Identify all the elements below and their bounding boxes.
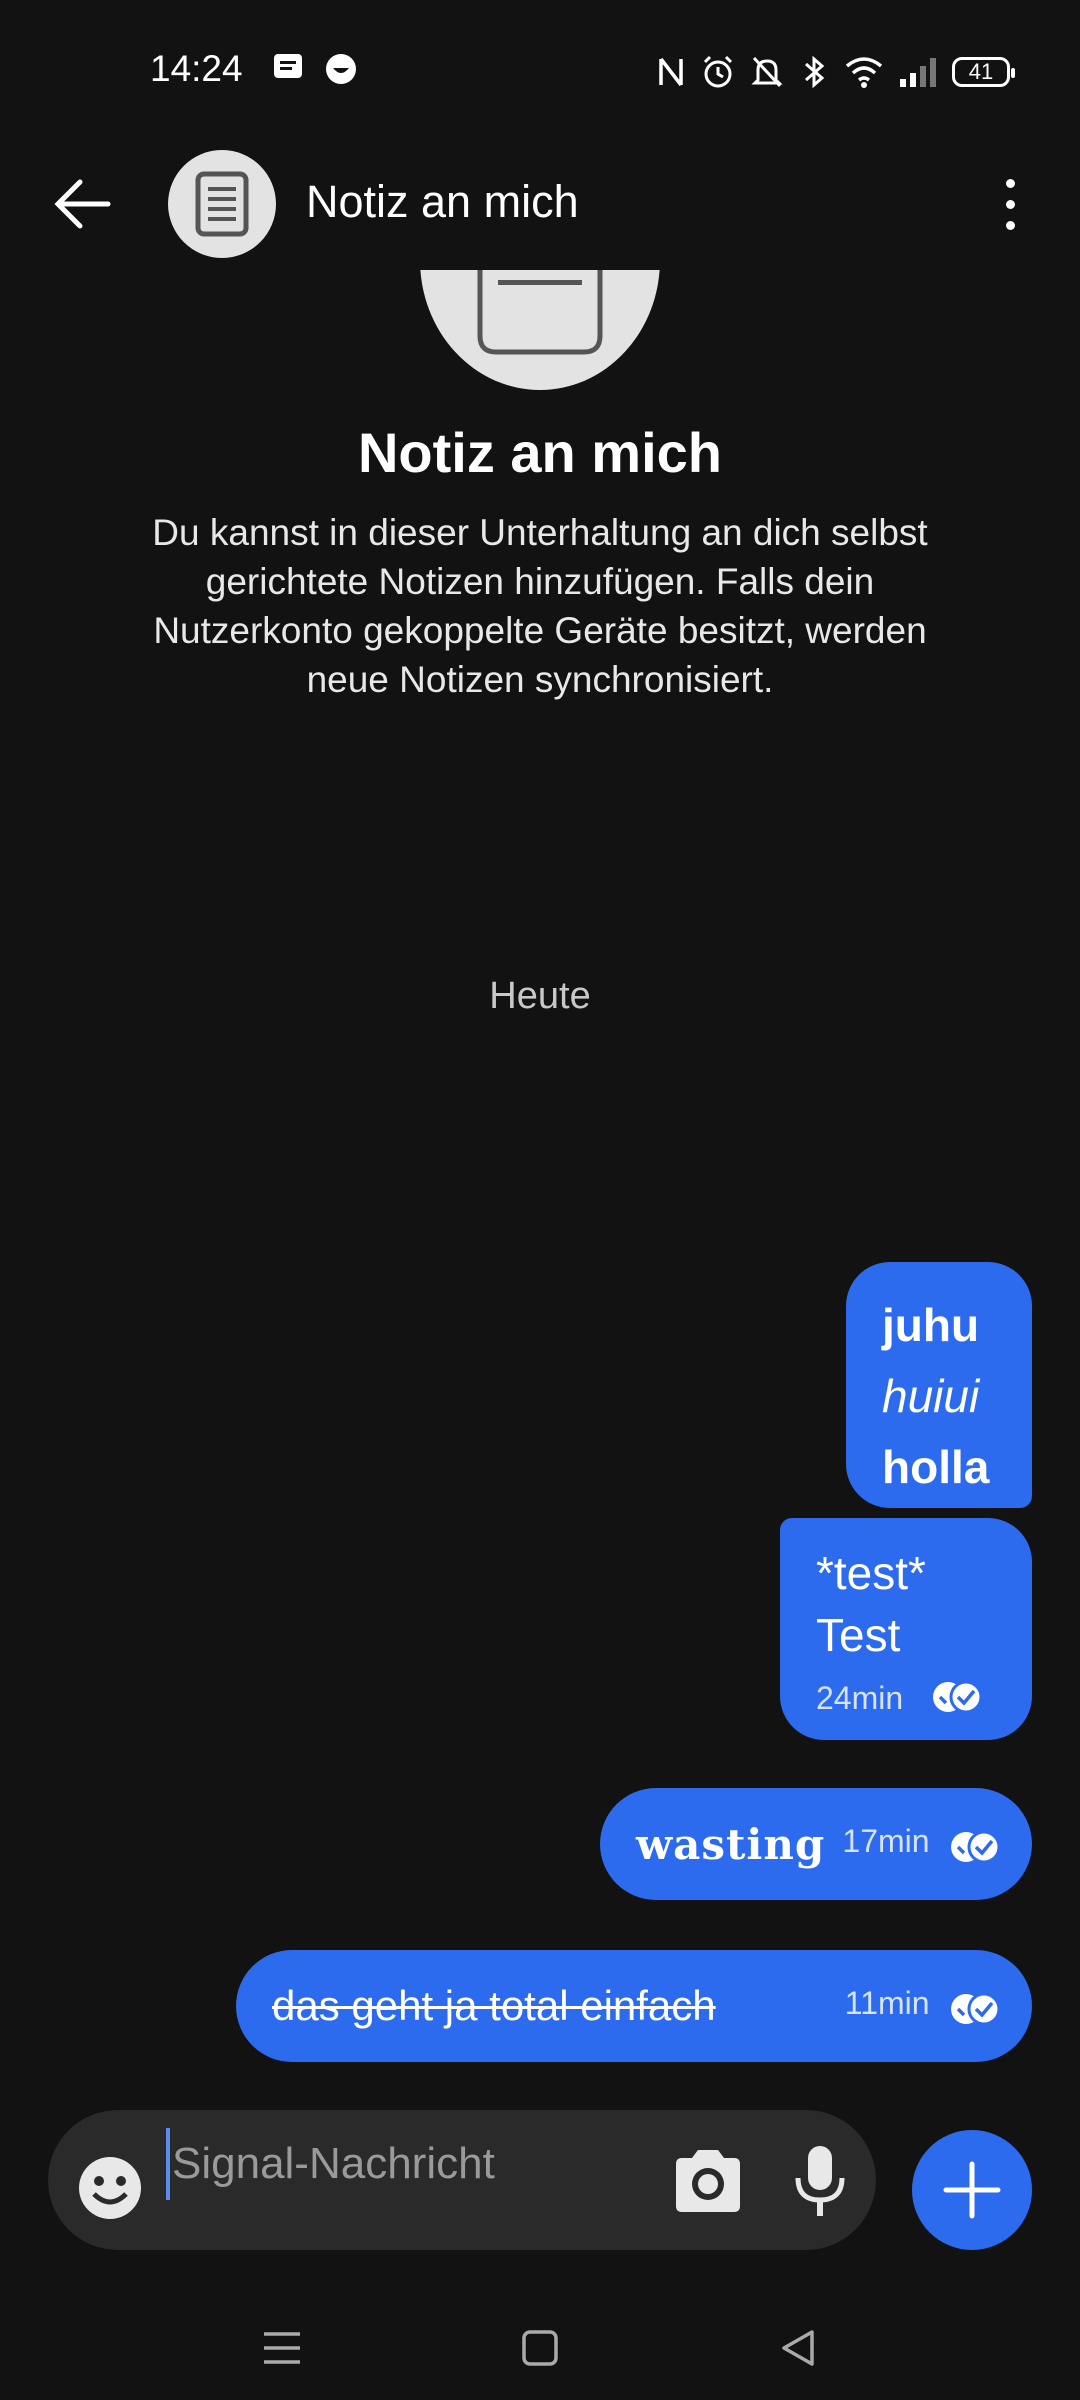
read-receipt-icon <box>951 1830 1001 1864</box>
camera-button[interactable] <box>672 2148 744 2214</box>
message-bubble[interactable]: wasting 17min <box>600 1788 1032 1900</box>
read-receipt-icon <box>951 1992 1001 2026</box>
message-input[interactable] <box>166 2128 714 2200</box>
system-navigation-bar <box>0 2290 1080 2400</box>
read-receipt-icon <box>932 1680 983 1714</box>
back-button[interactable] <box>48 168 120 240</box>
emoji-button[interactable] <box>76 2154 144 2222</box>
battery-indicator: 41 <box>952 57 1015 87</box>
message-line: *test* <box>816 1547 926 1599</box>
message-time: 11min <box>844 1984 930 2021</box>
status-bar: 14:24 41 <box>0 0 1080 140</box>
message-line: Test <box>816 1609 901 1661</box>
alarm-icon <box>703 55 733 88</box>
attach-button[interactable] <box>912 2130 1032 2250</box>
message-time: 24min <box>816 1680 904 1716</box>
conversation-title[interactable]: Notiz an mich <box>306 166 579 238</box>
intro-title: Notiz an mich <box>357 421 723 484</box>
message-line: huiui <box>882 1370 980 1422</box>
date-divider: Heute <box>489 975 591 1017</box>
toolbar-avatar[interactable] <box>168 150 276 258</box>
note-icon <box>195 171 249 237</box>
message-text: wasting <box>636 1819 826 1869</box>
plus-icon <box>943 2161 1001 2219</box>
app-notification-icon <box>326 54 356 84</box>
more-options-button[interactable] <box>980 164 1040 244</box>
home-nav-button[interactable] <box>520 2328 560 2368</box>
nfc-icon <box>659 57 683 87</box>
big-avatar <box>420 270 660 390</box>
message-text: das geht ja total einfach <box>272 1982 716 2029</box>
signal-icon <box>900 58 936 87</box>
message-line: juhu <box>882 1299 980 1351</box>
intro-text: Du kannst in dieser Unterhaltung an dich… <box>152 512 928 700</box>
wifi-icon <box>845 57 883 88</box>
mic-button[interactable] <box>792 2144 848 2220</box>
message-time: 17min <box>842 1822 930 1859</box>
status-time: 14:24 <box>150 48 243 89</box>
recents-nav-button[interactable] <box>262 2330 302 2366</box>
toolbar: Notiz an mich <box>0 140 1080 270</box>
message-bubble[interactable]: *test* Test 24min <box>780 1518 1032 1740</box>
message-notification-icon <box>274 54 302 78</box>
message-bubble[interactable]: juhu huiui holla <box>846 1262 1032 1508</box>
back-nav-button[interactable] <box>778 2328 818 2368</box>
note-icon <box>477 270 603 355</box>
bluetooth-icon <box>805 55 825 89</box>
message-line: holla <box>882 1441 990 1493</box>
message-bubble[interactable]: das geht ja total einfach 11min <box>236 1950 1032 2062</box>
more-vert-icon <box>1005 178 1015 188</box>
mute-bell-icon <box>751 56 783 88</box>
header-avatar-area <box>0 270 1080 400</box>
composer <box>48 2110 876 2250</box>
